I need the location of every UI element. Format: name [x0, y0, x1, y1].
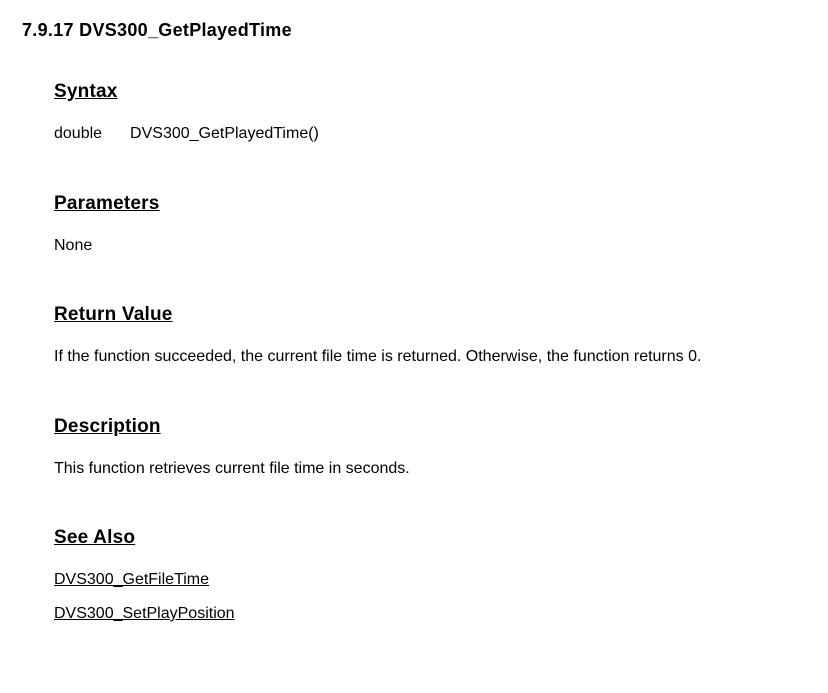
see-also-link[interactable]: DVS300_GetFileTime [54, 563, 806, 597]
return-value-block: Return Value If the function succeeded, … [54, 304, 806, 374]
description-text: This function retrieves current file tim… [54, 452, 806, 486]
description-block: Description This function retrieves curr… [54, 416, 806, 486]
return-value-heading: Return Value [54, 304, 806, 326]
see-also-heading: See Also [54, 527, 806, 549]
syntax-signature: DVS300_GetPlayedTime() [130, 125, 319, 142]
parameters-heading: Parameters [54, 193, 806, 215]
return-value-text: If the function succeeded, the current f… [54, 340, 806, 374]
description-heading: Description [54, 416, 806, 438]
parameters-block: Parameters None [54, 193, 806, 263]
section-title: 7.9.17 DVS300_GetPlayedTime [22, 20, 806, 41]
syntax-heading: Syntax [54, 81, 806, 103]
syntax-return-type: double [54, 125, 102, 142]
parameters-text: None [54, 229, 806, 263]
syntax-declaration: double DVS300_GetPlayedTime() [54, 117, 806, 151]
see-also-link[interactable]: DVS300_SetPlayPosition [54, 597, 806, 631]
syntax-block: Syntax double DVS300_GetPlayedTime() [54, 81, 806, 151]
see-also-block: See Also DVS300_GetFileTime DVS300_SetPl… [54, 527, 806, 630]
content-container: Syntax double DVS300_GetPlayedTime() Para… [22, 81, 806, 631]
